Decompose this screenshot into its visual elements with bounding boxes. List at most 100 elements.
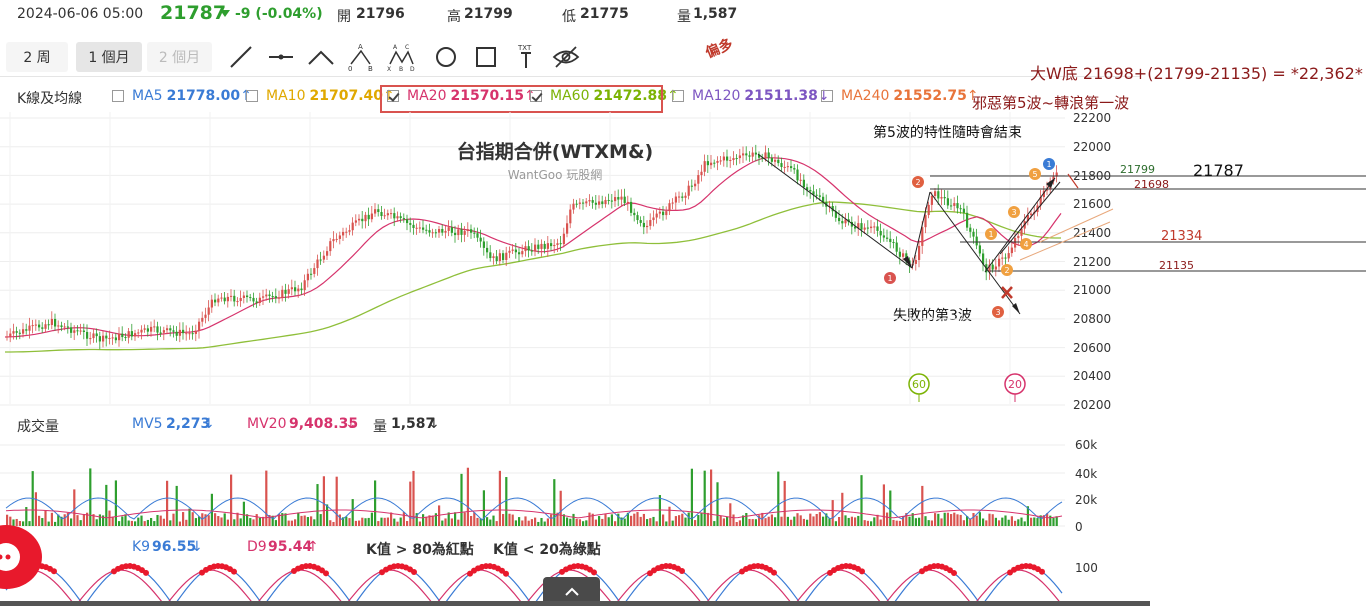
candle-body bbox=[662, 211, 665, 216]
volume-bar bbox=[636, 512, 639, 526]
w-bottom-annotation: 大W底 21698+(21799-21135) = *22,362* bbox=[1030, 64, 1363, 83]
volume-bar bbox=[898, 520, 901, 526]
volume-bar bbox=[610, 514, 613, 526]
candle-body bbox=[316, 259, 319, 269]
volume-bar bbox=[1030, 517, 1033, 526]
period-1-month-button[interactable]: 1 個月 bbox=[76, 42, 142, 72]
candle-body bbox=[518, 252, 521, 255]
ma60-badge-label: 60 bbox=[912, 378, 926, 391]
bottom-scrollbar[interactable] bbox=[0, 601, 1150, 606]
candle-body bbox=[524, 246, 527, 252]
candle-body bbox=[22, 329, 25, 334]
candle-body bbox=[409, 223, 412, 225]
candle-body bbox=[735, 158, 738, 160]
volume-bar bbox=[255, 514, 258, 526]
candle-body bbox=[774, 159, 777, 162]
ma5-checkbox[interactable] bbox=[112, 90, 124, 102]
down-triangle-icon bbox=[220, 10, 230, 17]
candle-body bbox=[646, 225, 649, 228]
candle-body bbox=[514, 249, 517, 253]
candle-body bbox=[566, 223, 569, 234]
volume-bar bbox=[847, 517, 850, 526]
candle-body bbox=[226, 296, 229, 302]
ma120-toggle[interactable]: MA120 21511.38 ↓ bbox=[672, 88, 830, 104]
candle-body bbox=[406, 219, 409, 224]
candle-body bbox=[687, 185, 690, 196]
volume-bar bbox=[242, 501, 245, 526]
volume-bar bbox=[252, 519, 255, 526]
candle-body bbox=[370, 213, 373, 220]
candle-body bbox=[588, 200, 591, 202]
candle-body bbox=[505, 252, 508, 260]
candle-body bbox=[882, 235, 885, 238]
volume-bar bbox=[457, 519, 460, 526]
volume-bar bbox=[79, 520, 82, 526]
volume-bar bbox=[578, 519, 581, 526]
mv20-label: MV20 bbox=[247, 416, 287, 432]
volume-bar bbox=[940, 518, 943, 526]
volume-bar bbox=[735, 521, 738, 526]
candle-body bbox=[95, 333, 98, 337]
volume-bar bbox=[713, 521, 716, 526]
ma240-checkbox[interactable] bbox=[821, 90, 833, 102]
volume-bar bbox=[127, 520, 130, 526]
ma10-checkbox[interactable] bbox=[246, 90, 258, 102]
ma240-label: MA240 bbox=[841, 88, 890, 104]
abc-pattern-tool-icon[interactable]: A 0 B bbox=[346, 42, 376, 72]
wave-mark: 5 bbox=[1032, 170, 1037, 179]
volume-bar bbox=[105, 484, 108, 526]
text-tool-icon[interactable]: TXT bbox=[511, 42, 541, 72]
candle-body bbox=[745, 153, 748, 156]
candlestick-chart[interactable]: 台指期合併(WTXM&) WantGoo 玩股網 22200 22000 218… bbox=[0, 112, 1366, 606]
candle-body bbox=[214, 299, 217, 303]
candle-body bbox=[166, 328, 169, 331]
volume-bar bbox=[754, 519, 757, 526]
angle-tool-icon[interactable] bbox=[306, 42, 336, 72]
candle-body bbox=[47, 324, 50, 326]
xabcd-pattern-tool-icon[interactable]: A C X B D bbox=[386, 42, 416, 72]
volume-bar bbox=[857, 515, 860, 526]
volume-bar bbox=[150, 517, 153, 526]
ma120-checkbox[interactable] bbox=[672, 90, 684, 102]
mv5-label: MV5 bbox=[132, 416, 163, 432]
ma5-toggle[interactable]: MA5 21778.00 ↑ bbox=[112, 88, 252, 104]
volume-bar bbox=[316, 484, 319, 526]
volume-bar bbox=[975, 515, 978, 526]
volume-bar bbox=[844, 515, 847, 526]
candle-body bbox=[239, 297, 242, 302]
candle-body bbox=[956, 203, 959, 209]
circle-tool-icon[interactable] bbox=[431, 42, 461, 72]
candle-body bbox=[182, 329, 185, 334]
candle-body bbox=[223, 297, 226, 302]
volume-bar bbox=[329, 520, 332, 526]
volume-bar bbox=[162, 518, 165, 526]
candle-body bbox=[537, 244, 540, 249]
candle-body bbox=[450, 227, 453, 233]
candle-body bbox=[233, 295, 236, 302]
candle-body bbox=[879, 230, 882, 236]
ma120-value: 21511.38 bbox=[744, 88, 818, 104]
ma10-toggle[interactable]: MA10 21707.40 ↑ bbox=[246, 88, 395, 104]
candle-body bbox=[671, 202, 674, 204]
candle-body bbox=[198, 321, 201, 331]
vol-arrow: ↓ bbox=[428, 416, 440, 432]
period-2-weeks-button[interactable]: 2 周 bbox=[6, 42, 68, 72]
volume-value: 1,587 bbox=[693, 6, 738, 22]
rectangle-tool-icon[interactable] bbox=[471, 42, 501, 72]
line-tool-icon[interactable] bbox=[226, 42, 256, 72]
volume-bar bbox=[658, 495, 661, 526]
candle-body bbox=[799, 179, 802, 181]
horizontal-line-tool-icon[interactable] bbox=[266, 42, 296, 72]
candle-body bbox=[28, 325, 31, 331]
volume-bar bbox=[806, 519, 809, 526]
ma240-toggle[interactable]: MA240 21552.75 ↑ bbox=[821, 88, 979, 104]
volume-bar bbox=[953, 512, 956, 526]
hide-eye-icon[interactable] bbox=[551, 42, 581, 72]
volume-bar bbox=[470, 516, 473, 526]
kd-axis-label: 100 bbox=[1075, 561, 1098, 575]
candle-body bbox=[953, 203, 956, 206]
chat-bubble-button[interactable] bbox=[0, 525, 42, 589]
wave-mark: 3 bbox=[1011, 208, 1016, 217]
volume-bar bbox=[82, 514, 85, 526]
period-2-months-button[interactable]: 2 個月 bbox=[147, 42, 212, 72]
